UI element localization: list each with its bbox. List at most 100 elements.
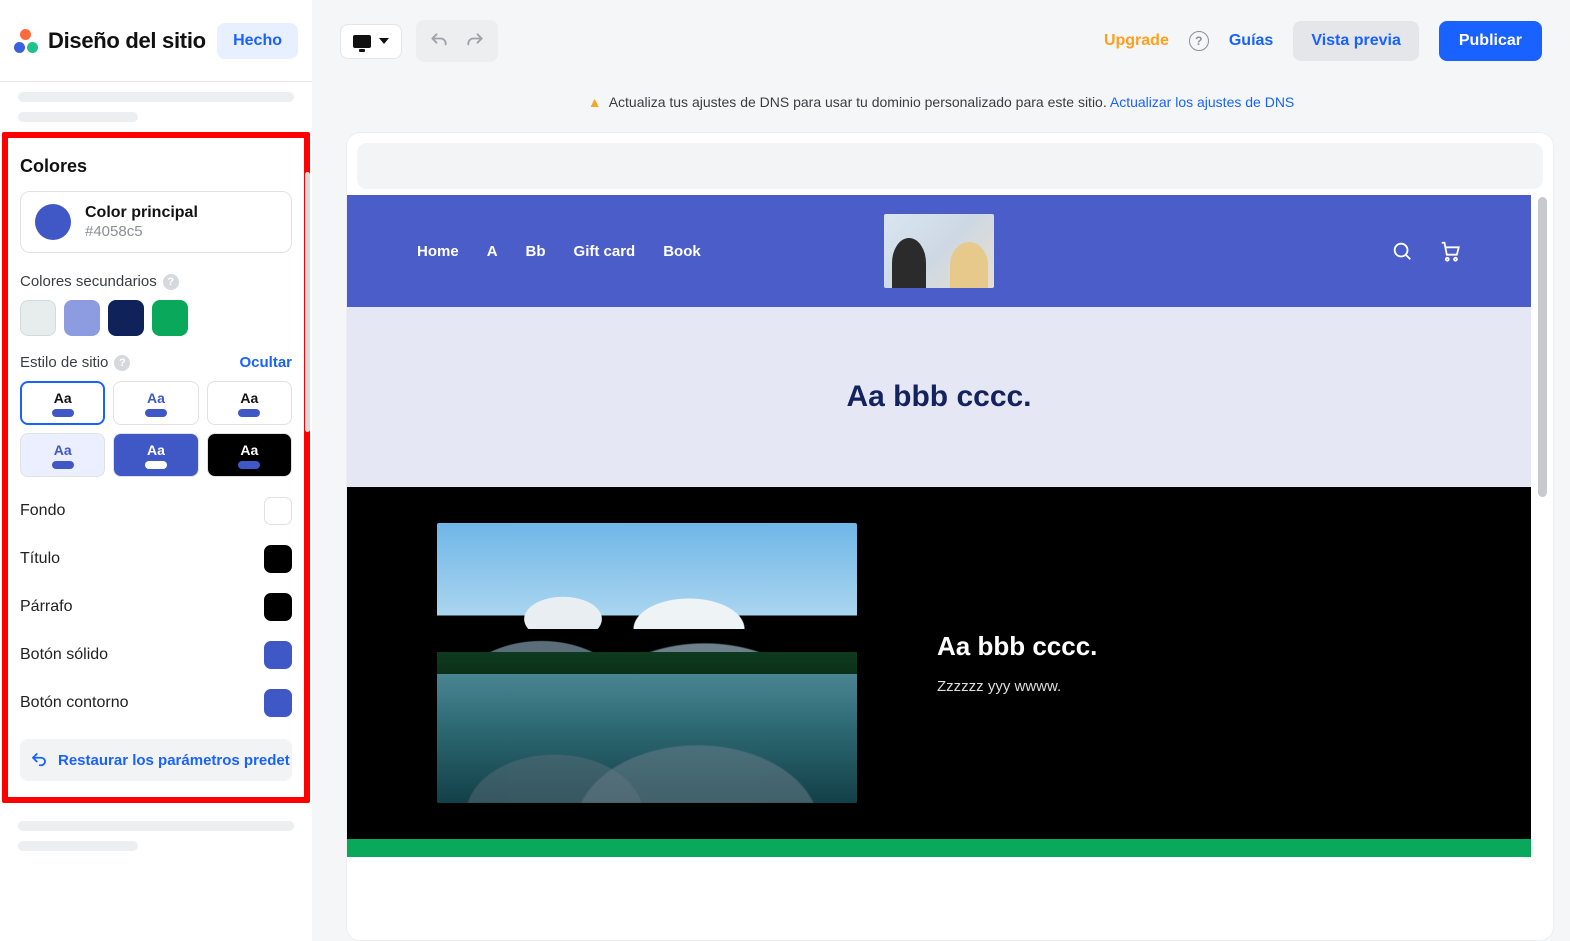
sidebar-header-left: Diseño del sitio [14, 28, 206, 54]
hero-band: Aa bbb cccc. [347, 307, 1531, 487]
style-option-6[interactable]: Aa [207, 433, 292, 477]
brand-logo-icon [14, 29, 38, 53]
primary-color-card[interactable]: Color principal #4058c5 [20, 191, 292, 253]
upgrade-link[interactable]: Upgrade [1104, 32, 1169, 50]
style-pill-icon [238, 409, 260, 417]
dns-update-link[interactable]: Actualizar los ajustes de DNS [1110, 94, 1294, 110]
preview-canvas: Home A Bb Gift card Book Aa bbb cccc. Aa… [346, 132, 1554, 941]
color-row-titulo: Título [20, 545, 292, 573]
green-section-strip [347, 839, 1531, 857]
nav-link[interactable]: Home [417, 243, 459, 260]
style-option-4[interactable]: Aa [20, 433, 105, 477]
secondary-swatch[interactable] [64, 300, 100, 336]
site-header: Home A Bb Gift card Book [347, 195, 1531, 307]
color-chip[interactable] [264, 497, 292, 525]
color-row-label: Botón sólido [20, 646, 108, 664]
dns-notice-text: Actualiza tus ajustes de DNS para usar t… [609, 94, 1107, 110]
chevron-down-icon [379, 38, 389, 44]
placeholder-line [18, 841, 138, 851]
preview-scrollbar[interactable] [1538, 197, 1547, 497]
hero-title: Aa bbb cccc. [846, 380, 1031, 414]
secondary-swatch[interactable] [108, 300, 144, 336]
color-chip[interactable] [264, 593, 292, 621]
undo-button[interactable] [422, 26, 456, 56]
feature-sub: Zzzzzz yyy wwww. [937, 678, 1097, 695]
restore-defaults-button[interactable]: Restaurar los parámetros predet [20, 739, 292, 781]
sidebar-title: Diseño del sitio [48, 28, 206, 54]
device-selector-button[interactable] [340, 24, 402, 59]
feature-section: Aa bbb cccc. Zzzzzz yyy wwww. [347, 487, 1531, 839]
search-icon[interactable] [1391, 240, 1413, 262]
color-chip[interactable] [264, 641, 292, 669]
feature-text: Aa bbb cccc. Zzzzzz yyy wwww. [937, 631, 1097, 695]
style-pill-icon [145, 461, 167, 469]
color-row-boton-solido: Botón sólido [20, 641, 292, 669]
style-option-5[interactable]: Aa [113, 433, 198, 477]
nav-link[interactable]: Bb [526, 243, 546, 260]
site-nav: Home A Bb Gift card Book [417, 243, 701, 260]
nav-link[interactable]: A [487, 243, 498, 260]
style-option-1[interactable]: Aa [20, 381, 105, 425]
nav-link[interactable]: Book [663, 243, 701, 260]
secondary-colors-text: Colores secundarios [20, 273, 157, 290]
secondary-swatch[interactable] [20, 300, 56, 336]
color-row-label: Fondo [20, 502, 65, 520]
feature-heading: Aa bbb cccc. [937, 631, 1097, 662]
sidebar-body: Colores Color principal #4058c5 Colores … [0, 82, 312, 941]
secondary-swatch[interactable] [152, 300, 188, 336]
sidebar-header: Diseño del sitio Hecho [0, 0, 312, 82]
primary-color-label: Color principal [85, 204, 198, 222]
done-button[interactable]: Hecho [217, 23, 298, 59]
color-chip[interactable] [264, 545, 292, 573]
desktop-icon [353, 35, 371, 48]
help-button[interactable]: ? [1189, 31, 1209, 51]
color-row-label: Botón contorno [20, 694, 129, 712]
hide-toggle-link[interactable]: Ocultar [239, 354, 292, 371]
design-sidebar: Diseño del sitio Hecho Colores Color pri… [0, 0, 312, 941]
color-chip[interactable] [264, 689, 292, 717]
site-style-grid: Aa Aa Aa Aa Aa Aa [20, 381, 292, 477]
color-row-label: Título [20, 550, 60, 568]
color-row-fondo: Fondo [20, 497, 292, 525]
cart-icon[interactable] [1439, 240, 1461, 262]
color-row-boton-contorno: Botón contorno [20, 689, 292, 717]
topbar-left [340, 20, 498, 62]
primary-color-text: Color principal #4058c5 [85, 204, 198, 240]
nav-link[interactable]: Gift card [574, 243, 636, 260]
help-icon[interactable]: ? [114, 355, 130, 371]
preview-button[interactable]: Vista previa [1293, 21, 1419, 61]
sidebar-scrollbar[interactable] [305, 172, 310, 432]
primary-color-swatch [35, 204, 71, 240]
style-aa: Aa [240, 390, 258, 406]
undo-redo-group [416, 20, 498, 62]
site-preview: Home A Bb Gift card Book Aa bbb cccc. Aa… [347, 195, 1531, 857]
colors-heading: Colores [20, 156, 292, 177]
topbar-right: Upgrade ? Guías Vista previa Publicar [1104, 21, 1542, 61]
style-aa: Aa [147, 442, 165, 458]
site-style-header: Estilo de sitio ? Ocultar [20, 354, 292, 371]
placeholder-line [18, 821, 294, 831]
header-icons [1391, 240, 1461, 262]
style-pill-icon [238, 461, 260, 469]
placeholder-line [18, 92, 294, 102]
style-option-3[interactable]: Aa [207, 381, 292, 425]
style-pill-icon [52, 461, 74, 469]
site-style-label: Estilo de sitio [20, 354, 108, 371]
style-aa: Aa [147, 390, 165, 406]
color-row-parrafo: Párrafo [20, 593, 292, 621]
help-icon[interactable]: ? [163, 274, 179, 290]
site-logo-image [884, 214, 994, 288]
secondary-colors-label: Colores secundarios ? [20, 273, 292, 290]
primary-color-value: #4058c5 [85, 223, 198, 240]
publish-button[interactable]: Publicar [1439, 21, 1542, 61]
style-aa: Aa [240, 442, 258, 458]
colors-panel-highlight: Colores Color principal #4058c5 Colores … [2, 132, 310, 803]
placeholder-line [18, 112, 138, 122]
faux-url-bar [357, 143, 1543, 189]
editor-topbar: Upgrade ? Guías Vista previa Publicar [312, 0, 1570, 82]
guides-link[interactable]: Guías [1229, 32, 1273, 50]
warning-icon: ▲ [588, 94, 602, 110]
redo-button[interactable] [458, 26, 492, 56]
style-option-2[interactable]: Aa [113, 381, 198, 425]
restore-label: Restaurar los parámetros predet [58, 752, 290, 769]
